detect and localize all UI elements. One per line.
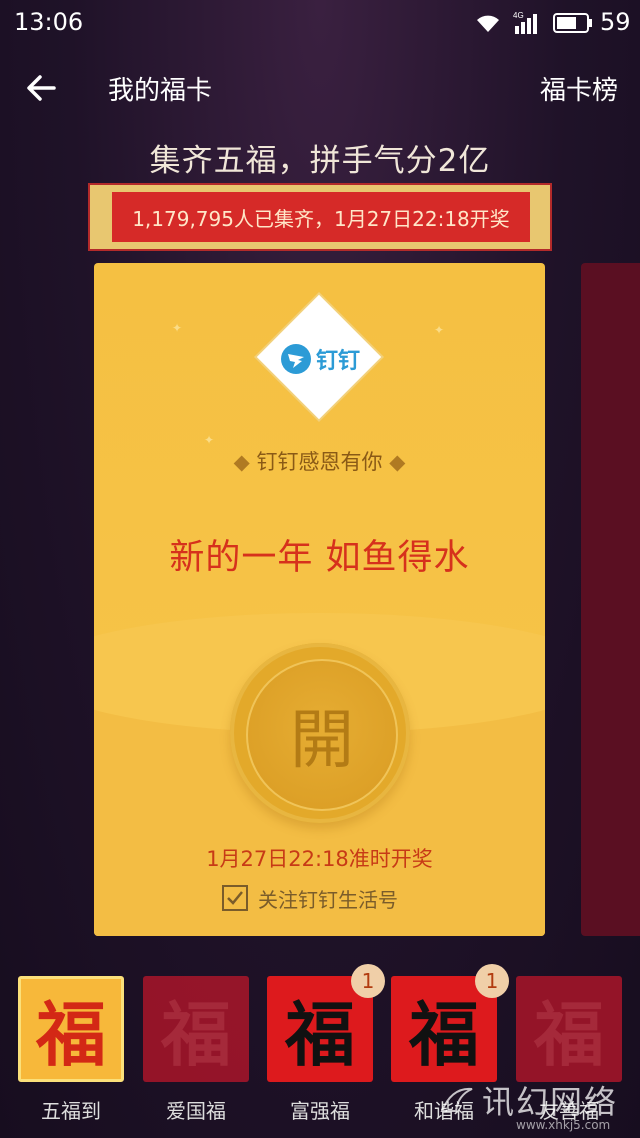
thanks-label: 钉钉感恩有你 (256, 450, 383, 474)
fu-tab-wufudao[interactable]: 福 (18, 976, 124, 1082)
fu-tile: 福 (516, 976, 622, 1082)
diamond-bullet-icon: ◆ (233, 450, 250, 474)
count-badge: 1 (475, 964, 509, 998)
draw-time-text: 1月27日22:18准时开奖 (206, 847, 433, 871)
fu-tab-aiguofu[interactable]: 福 (143, 976, 249, 1082)
watermark-url: www.xhkj5.com (516, 1118, 611, 1132)
fu-tile: 福 (18, 976, 124, 1082)
fu-label: 爱国福 (166, 1099, 226, 1123)
fu-label: 富强福 (290, 1099, 350, 1123)
fu-tab-youshanfu[interactable]: 福 (516, 976, 622, 1082)
fu-tab-fuqiangfu[interactable]: 福 1 (267, 964, 385, 1082)
fu-tab-hexiefu[interactable]: 福 1 (391, 964, 509, 1082)
status-time: 13:06 (14, 8, 84, 36)
card-slogan: 新的一年 如鱼得水 (169, 538, 470, 578)
brand-name: 钉钉 (315, 349, 360, 374)
sparkle-icon: ✦ (434, 323, 445, 337)
collected-count-banner: 1,179,795人已集齐，1月27日22:18开奖 (112, 192, 530, 242)
status-bar: 13:06 4G 59 (0, 0, 640, 46)
back-arrow-icon[interactable] (24, 70, 60, 106)
sparkle-icon: ✦ (172, 321, 183, 335)
network-label: 4G (513, 11, 524, 20)
fu-card: ✦ ✦ ✦ 钉钉 ◆ 钉钉感恩有你 ◆ 新的一年 如鱼得水 開 1月27日22:… (94, 263, 545, 936)
card-thanks-text: ◆ 钉钉感恩有你 ◆ (94, 446, 545, 476)
fu-tile: 福 (143, 976, 249, 1082)
page-title: 我的福卡 (108, 76, 213, 106)
signal-icon: 4G (513, 11, 537, 34)
follow-label: 关注钉钉生活号 (258, 887, 398, 912)
fu-card-ranking-link[interactable]: 福卡榜 (540, 70, 618, 107)
watermark-text: 讯幻网络 (482, 1083, 619, 1121)
open-button[interactable]: 開 (230, 643, 410, 823)
fu-label: 五福到 (41, 1099, 101, 1123)
count-badge: 1 (351, 964, 385, 998)
sparkle-icon: ✦ (204, 433, 215, 447)
diamond-bullet-icon: ◆ (389, 450, 406, 474)
dingtalk-icon (280, 344, 311, 374)
open-button-label: 開 (246, 659, 398, 811)
follow-checkbox-row[interactable]: 关注钉钉生活号 (222, 883, 398, 913)
checkmark-icon (227, 891, 243, 905)
next-card-peek[interactable] (581, 263, 640, 936)
watermark: 讯幻网络 (438, 1078, 618, 1122)
follow-checkbox[interactable] (222, 885, 248, 911)
battery-icon (553, 13, 592, 33)
headline: 集齐五福，拼手气分2亿 (149, 143, 491, 179)
watermark-logo-icon (440, 1087, 473, 1112)
wifi-icon (477, 15, 499, 32)
battery-level: 59 (600, 8, 631, 36)
brand-logo: 钉钉 (260, 341, 380, 377)
